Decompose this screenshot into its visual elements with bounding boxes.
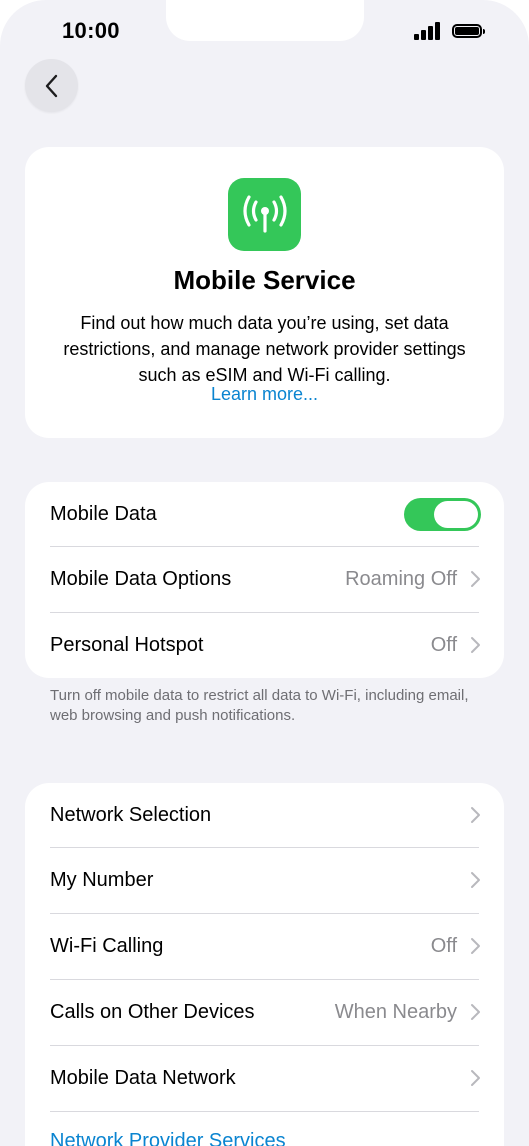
- mobile-data-row[interactable]: Mobile Data: [25, 482, 504, 547]
- chevron-right-icon: [471, 872, 480, 888]
- calls-on-other-devices-value: When Nearby: [334, 1001, 457, 1023]
- my-number-row[interactable]: My Number: [25, 848, 504, 913]
- chevron-right-icon: [471, 571, 480, 587]
- calls-on-other-devices-label: Calls on Other Devices: [50, 1001, 255, 1023]
- mobile-data-network-label: Mobile Data Network: [50, 1067, 236, 1089]
- wifi-calling-value: Off: [430, 935, 457, 957]
- mobile-data-label: Mobile Data: [50, 503, 157, 525]
- personal-hotspot-row[interactable]: Personal Hotspot Off: [25, 613, 504, 678]
- mobile-data-footnote: Turn off mobile data to restrict all dat…: [50, 687, 469, 724]
- network-selection-label: Network Selection: [50, 804, 212, 826]
- mobile-service-info-card: Mobile Service Find out how much data yo…: [25, 147, 504, 438]
- mobile-data-options-value: Roaming Off: [345, 568, 457, 590]
- notch: [166, 0, 364, 41]
- back-button[interactable]: [25, 59, 78, 112]
- chevron-right-icon: [471, 1004, 480, 1020]
- wifi-calling-row[interactable]: Wi-Fi Calling Off: [25, 914, 504, 979]
- toggle-knob: [434, 501, 478, 528]
- page-title: Mobile Service: [173, 265, 356, 295]
- network-provider-services-link[interactable]: Network Provider Services: [50, 1130, 286, 1146]
- mobile-data-options-label: Mobile Data Options: [50, 568, 232, 590]
- wifi-calling-label: Wi-Fi Calling: [50, 935, 164, 957]
- phone-screen: 10:00 Mobile Service Find out how much d…: [0, 0, 529, 1146]
- network-selection-row[interactable]: Network Selection: [25, 783, 504, 848]
- personal-hotspot-value: Off: [430, 634, 457, 656]
- mobile-data-toggle[interactable]: [404, 498, 481, 531]
- antenna-signal-icon: [228, 178, 301, 251]
- mobile-data-options-row[interactable]: Mobile Data Options Roaming Off: [25, 547, 504, 612]
- status-time: 10:00: [62, 18, 120, 43]
- chevron-right-icon: [471, 807, 480, 823]
- battery-icon: [452, 24, 485, 38]
- page-description: Find out how much data you’re using, set…: [63, 313, 466, 385]
- chevron-right-icon: [471, 637, 480, 653]
- learn-more-link[interactable]: Learn more...: [25, 384, 504, 405]
- chevron-right-icon: [471, 938, 480, 954]
- cellular-signal-icon: [414, 22, 444, 40]
- network-settings-group: Network Selection My Number Wi-Fi Callin…: [25, 783, 504, 1146]
- my-number-label: My Number: [50, 869, 154, 891]
- personal-hotspot-label: Personal Hotspot: [50, 634, 204, 656]
- mobile-data-network-row[interactable]: Mobile Data Network: [25, 1046, 504, 1111]
- mobile-data-group: Mobile Data Mobile Data Options Roaming …: [25, 482, 504, 678]
- calls-on-other-devices-row[interactable]: Calls on Other Devices When Nearby: [25, 980, 504, 1045]
- chevron-right-icon: [471, 1070, 480, 1086]
- divider: [50, 1111, 479, 1112]
- chevron-left-icon: [45, 74, 57, 97]
